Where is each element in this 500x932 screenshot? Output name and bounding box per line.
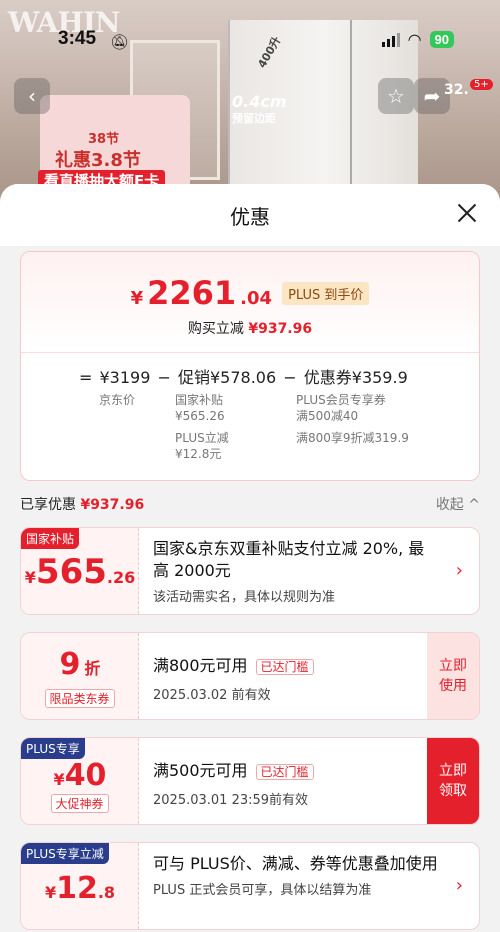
card-tag: PLUS专享 bbox=[21, 738, 85, 759]
enjoyed-discount: 已享优惠 ¥937.96 bbox=[20, 494, 144, 514]
promo-breakdown: 国家补贴 ¥565.26 PLUS立减 ¥12.8元 bbox=[175, 392, 229, 462]
amount-decimal: .26 bbox=[106, 568, 136, 587]
reduce-value: ¥937.96 bbox=[248, 321, 313, 337]
chevron-right-icon: › bbox=[455, 875, 463, 896]
card-desc: 2025.03.02 前有效 bbox=[153, 688, 271, 703]
promo-item: ¥12.8元 bbox=[175, 447, 222, 461]
amount-integer: 40 bbox=[64, 758, 107, 793]
coupon-type-label: 大促神券 bbox=[50, 794, 109, 813]
minus-sign: − bbox=[157, 368, 171, 387]
coupon-item: 满800享9折减319.9 bbox=[296, 431, 409, 445]
subsidy-card[interactable]: 国家补贴 ¥565.26 国家&京东双重补贴支付立减 20%, 最高 2000元… bbox=[20, 527, 480, 615]
promo-value: 促销¥578.06 bbox=[178, 368, 277, 387]
coupon-item: 满500减40 bbox=[296, 409, 359, 423]
amount-symbol: ¥ bbox=[24, 568, 36, 587]
final-price-decimal: .04 bbox=[240, 288, 273, 309]
card-tag: PLUS专享立减 bbox=[21, 843, 109, 864]
card-title: 满500元可用 bbox=[153, 761, 248, 780]
promo-item: PLUS立减 bbox=[175, 431, 229, 445]
cart-count: 32. bbox=[444, 82, 469, 98]
enjoyed-value: ¥937.96 bbox=[80, 497, 145, 513]
coupon-type-label: 限品类东券 bbox=[44, 689, 115, 708]
final-price-integer: 2261 bbox=[147, 274, 237, 312]
promo-item: 国家补贴 bbox=[175, 393, 224, 407]
wifi-icon: ◠ bbox=[407, 30, 422, 49]
amount-symbol: ¥ bbox=[53, 770, 65, 789]
claim-coupon-button[interactable]: 立即领取 bbox=[427, 738, 479, 824]
cart-badge: 5+ bbox=[470, 79, 493, 90]
price-summary: ¥ 2261 .04 PLUS 到手价 购买立减 ¥937.96 = ¥3199… bbox=[20, 251, 480, 481]
close-icon[interactable] bbox=[456, 202, 478, 224]
jd-price-label: 京东价 bbox=[99, 393, 136, 407]
gap-value: 0.4cm bbox=[232, 92, 287, 111]
discount-sheet: 优惠 ¥ 2261 .04 PLUS 到手价 购买立减 ¥937.96 = ¥3… bbox=[0, 184, 500, 932]
amount-integer: 9 bbox=[59, 647, 81, 682]
status-time: 3:45 bbox=[58, 28, 97, 49]
plus-price-tag: PLUS 到手价 bbox=[282, 281, 370, 305]
share-icon: ➦ bbox=[423, 84, 441, 108]
star-icon: ☆ bbox=[387, 84, 405, 108]
action-label: 立即领取 bbox=[439, 763, 467, 799]
card-desc: PLUS 正式会员可享，具体以结算为准 bbox=[153, 883, 372, 898]
coupon-card-discount: 9折 限品类东券 满800元可用 已达门槛 2025.03.02 前有效 立即使用 bbox=[20, 632, 480, 720]
enjoyed-label: 已享优惠 bbox=[20, 497, 76, 513]
battery-indicator: 90 bbox=[429, 31, 454, 48]
card-title: 国家&京东双重补贴支付立减 20%, 最高 2000元 bbox=[153, 539, 425, 580]
amount-integer: 565 bbox=[35, 552, 107, 592]
gap-label: 预留边距 bbox=[232, 112, 276, 125]
threshold-met-badge: 已达门槛 bbox=[255, 659, 314, 675]
collapse-button[interactable]: 收起 ^ bbox=[436, 494, 480, 514]
plus-reduction-card[interactable]: PLUS专享立减 ¥12.8 可与 PLUS价、满减、券等优惠叠加使用 PLUS… bbox=[20, 842, 480, 930]
minus-sign: − bbox=[283, 368, 297, 387]
gift-title: 礼惠3.8节 bbox=[55, 150, 141, 171]
sheet-header: 优惠 bbox=[0, 184, 500, 246]
coupon-breakdown: PLUS会员专享券 满500减40 满800享9折减319.9 bbox=[296, 392, 409, 446]
card-title: 可与 PLUS价、满减、券等优惠叠加使用 bbox=[153, 854, 438, 873]
card-desc: 该活动需实名，具体以规则为准 bbox=[153, 590, 336, 605]
equals-sign: = bbox=[79, 368, 93, 387]
promo-item: ¥565.26 bbox=[175, 409, 225, 423]
card-desc: 2025.03.01 23:59前有效 bbox=[153, 793, 309, 808]
amount-symbol: ¥ bbox=[44, 883, 57, 902]
price-symbol: ¥ bbox=[130, 288, 144, 309]
use-coupon-button[interactable]: 立即使用 bbox=[427, 633, 479, 719]
amount-integer: 12 bbox=[56, 871, 98, 906]
coupon-card-plus: PLUS专享 ¥40 大促神券 满500元可用 已达门槛 2025.03.01 2… bbox=[20, 737, 480, 825]
amount-unit: 折 bbox=[84, 659, 101, 678]
price-formula: = ¥3199 − 促销¥578.06 − 优惠券¥359.9 bbox=[79, 364, 410, 388]
card-title: 满800元可用 bbox=[153, 656, 248, 675]
coupon-value: 优惠券¥359.9 bbox=[303, 368, 408, 387]
favorite-button[interactable]: ☆ bbox=[378, 78, 414, 114]
mute-bell-icon: 🔕︎ bbox=[110, 33, 130, 51]
chevron-left-icon: ‹ bbox=[28, 84, 36, 108]
threshold-met-badge: 已达门槛 bbox=[255, 764, 314, 780]
back-button[interactable]: ‹ bbox=[14, 78, 50, 114]
chevron-right-icon: › bbox=[455, 560, 463, 581]
badge-38: 38节 bbox=[88, 132, 120, 147]
amount-decimal: .8 bbox=[97, 883, 116, 902]
action-label: 立即使用 bbox=[439, 658, 467, 694]
card-tag: 国家补贴 bbox=[21, 528, 80, 549]
jd-price-value: ¥3199 bbox=[99, 368, 151, 387]
coupon-item: PLUS会员专享券 bbox=[296, 393, 386, 407]
cellular-signal-icon bbox=[381, 32, 400, 47]
sheet-title: 优惠 bbox=[230, 204, 270, 229]
reduce-label: 购买立减 bbox=[187, 321, 244, 337]
